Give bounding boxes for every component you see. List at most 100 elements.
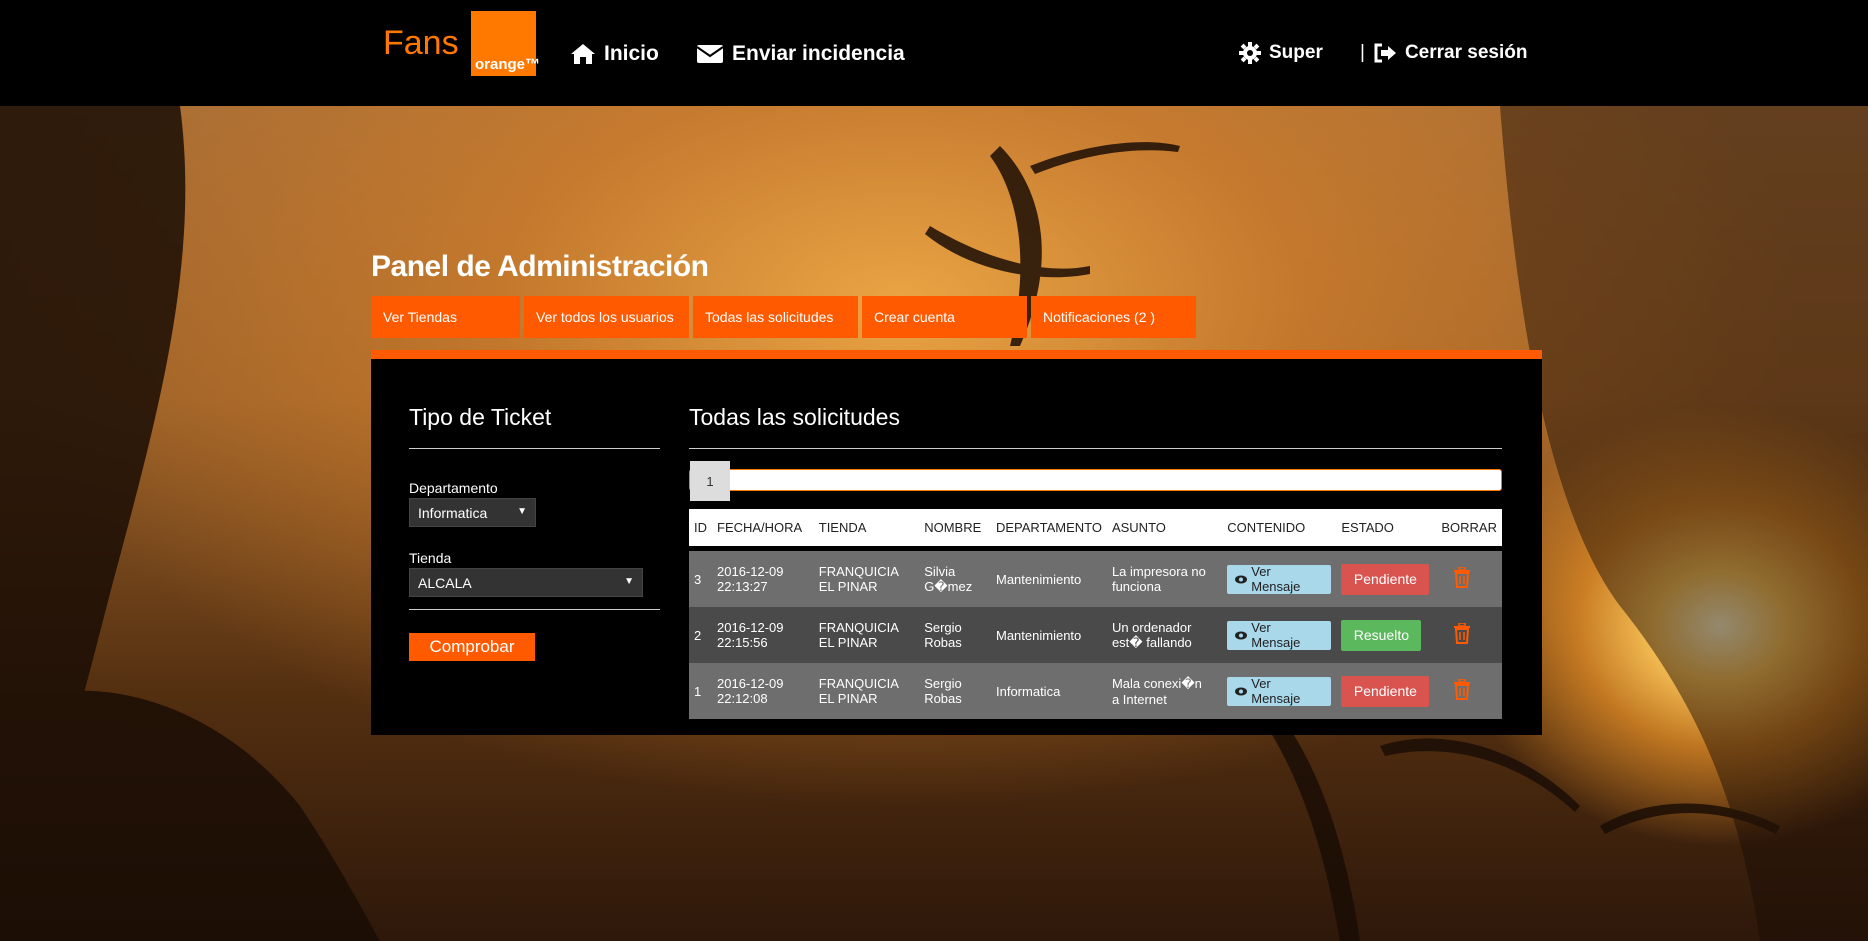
cell-store-line2: EL PINAR bbox=[818, 691, 878, 706]
cell-delete bbox=[1436, 607, 1502, 663]
nav-logout-label: Cerrar sesión bbox=[1404, 42, 1528, 63]
divider bbox=[689, 448, 1502, 449]
page-title: Panel de Administración bbox=[371, 250, 709, 283]
nav-logout[interactable]: | Cerrar sesión bbox=[1360, 42, 1527, 64]
table-row: 1 2016-12-09 22:12:08 FRANQUICIA EL PINAR … bbox=[689, 663, 1502, 719]
cell-store-line2: EL PINAR bbox=[818, 579, 878, 594]
table-row: 2 2016-12-09 22:15:56 FRANQUICIA EL PINAR … bbox=[689, 607, 1502, 663]
cell-time: 22:15:56 bbox=[717, 635, 768, 650]
sign-out-icon bbox=[1374, 43, 1396, 63]
cell-department: Mantenimiento bbox=[991, 551, 1107, 607]
cell-time: 22:12:08 bbox=[717, 691, 768, 706]
cell-name: Sergio Robas bbox=[919, 607, 991, 663]
delete-button[interactable] bbox=[1453, 678, 1471, 703]
divider bbox=[409, 609, 660, 610]
cell-name-line1: Silvia bbox=[924, 563, 956, 579]
cell-department: Informatica bbox=[991, 663, 1107, 719]
top-navbar: Fans orange™ Inicio Enviar incidencia Su… bbox=[0, 0, 1868, 106]
nav-home[interactable]: Inicio bbox=[570, 42, 659, 66]
cell-datetime: 2016-12-09 22:15:56 bbox=[712, 607, 814, 663]
store-select-value: ALCALA bbox=[418, 574, 472, 591]
cell-subject-line2: est� fallando bbox=[1111, 634, 1192, 650]
nav-user-label: Super bbox=[1269, 42, 1323, 63]
trash-icon bbox=[1454, 622, 1471, 644]
delete-button[interactable] bbox=[1453, 566, 1471, 591]
home-icon bbox=[571, 44, 595, 64]
cell-date: 2016-12-09 bbox=[717, 676, 784, 691]
trash-icon bbox=[1454, 566, 1471, 588]
nav-send-report-label: Enviar incidencia bbox=[732, 42, 905, 65]
tab-requests[interactable]: Todas las solicitudes bbox=[693, 296, 858, 338]
cell-delete bbox=[1436, 551, 1502, 607]
nav-send-report[interactable]: Enviar incidencia bbox=[696, 42, 905, 66]
store-select[interactable]: ALCALA ▼ bbox=[409, 568, 643, 597]
check-button[interactable]: Comprobar bbox=[409, 633, 535, 661]
cell-store: FRANQUICIA EL PINAR bbox=[813, 551, 920, 607]
cell-status: Pendiente bbox=[1336, 663, 1437, 719]
cell-date: 2016-12-09 bbox=[717, 620, 784, 635]
cell-name-line1: Sergio bbox=[924, 676, 962, 691]
filter-title: Tipo de Ticket bbox=[409, 404, 552, 430]
table-header-row: ID FECHA/HORA TIENDA NOMBRE DEPARTAMENTO… bbox=[689, 509, 1502, 546]
delete-button[interactable] bbox=[1453, 622, 1471, 647]
page-link-1[interactable]: 1 bbox=[690, 461, 730, 501]
cell-name-line2: G�mez bbox=[924, 578, 973, 594]
col-department: DEPARTAMENTO bbox=[991, 509, 1107, 546]
tab-stores[interactable]: Ver Tiendas bbox=[371, 296, 520, 338]
col-store: TIENDA bbox=[813, 509, 920, 546]
eye-icon bbox=[1235, 687, 1248, 695]
tab-create-account[interactable]: Crear cuenta bbox=[862, 296, 1027, 338]
pagination: 1 bbox=[689, 461, 1502, 501]
col-name: NOMBRE bbox=[919, 509, 991, 546]
eye-icon bbox=[1235, 631, 1248, 639]
brand-name[interactable]: Fans bbox=[383, 24, 459, 63]
view-message-button[interactable]: Ver Mensaje bbox=[1227, 620, 1332, 650]
cell-content: Ver Mensaje bbox=[1222, 607, 1337, 663]
cell-datetime: 2016-12-09 22:12:08 bbox=[712, 663, 814, 719]
department-select[interactable]: Informatica ▼ bbox=[409, 498, 536, 527]
view-message-label: Ver Mensaje bbox=[1251, 676, 1301, 706]
cell-subject-line1: La impresora no bbox=[1111, 564, 1206, 579]
trash-icon bbox=[1454, 678, 1471, 700]
nav-home-label: Inicio bbox=[604, 42, 659, 65]
cell-subject: La impresora no funciona bbox=[1106, 551, 1223, 607]
col-datetime: FECHA/HORA bbox=[712, 509, 814, 546]
nav-user[interactable]: Super bbox=[1239, 42, 1323, 64]
cell-store: FRANQUICIA EL PINAR bbox=[813, 607, 920, 663]
cell-delete bbox=[1436, 663, 1502, 719]
cell-status: Pendiente bbox=[1336, 551, 1437, 607]
cell-subject-line1: Un ordenador bbox=[1111, 619, 1192, 635]
admin-panel: Tipo de Ticket Departamento Informatica … bbox=[371, 350, 1542, 735]
nav-separator: | bbox=[1360, 42, 1365, 63]
caret-down-icon: ▼ bbox=[517, 506, 527, 517]
view-message-label: Ver Mensaje bbox=[1251, 564, 1301, 594]
cell-department: Mantenimiento bbox=[991, 607, 1107, 663]
view-message-button[interactable]: Ver Mensaje bbox=[1227, 676, 1332, 706]
logo-text: orange™ bbox=[475, 56, 541, 73]
cell-id: 3 bbox=[689, 551, 712, 607]
cell-store: FRANQUICIA EL PINAR bbox=[813, 663, 920, 719]
orange-logo[interactable]: orange™ bbox=[471, 11, 540, 76]
gear-icon bbox=[1239, 42, 1261, 64]
status-button[interactable]: Pendiente bbox=[1341, 563, 1430, 595]
cell-content: Ver Mensaje bbox=[1222, 551, 1337, 607]
status-button[interactable]: Resuelto bbox=[1341, 619, 1422, 651]
caret-down-icon: ▼ bbox=[624, 576, 634, 587]
cell-subject: Un ordenador est� fallando bbox=[1106, 607, 1223, 663]
store-label: Tienda bbox=[409, 550, 452, 566]
cell-id: 2 bbox=[689, 607, 712, 663]
cell-store-line2: EL PINAR bbox=[818, 635, 878, 650]
status-button[interactable]: Pendiente bbox=[1341, 675, 1430, 707]
cell-content: Ver Mensaje bbox=[1222, 663, 1337, 719]
department-select-value: Informatica bbox=[418, 504, 488, 521]
tab-notifications[interactable]: Notificaciones (2 ) bbox=[1031, 296, 1196, 338]
view-message-button[interactable]: Ver Mensaje bbox=[1227, 564, 1332, 594]
table-row: 3 2016-12-09 22:13:27 FRANQUICIA EL PINAR … bbox=[689, 551, 1502, 607]
tab-users[interactable]: Ver todos los usuarios bbox=[524, 296, 689, 338]
admin-tabs: Ver Tiendas Ver todos los usuarios Todas… bbox=[371, 296, 1196, 338]
envelope-icon bbox=[696, 45, 724, 63]
view-message-label: Ver Mensaje bbox=[1251, 620, 1301, 650]
cell-name: Silvia G�mez bbox=[919, 551, 991, 607]
cell-date: 2016-12-09 bbox=[717, 564, 784, 579]
col-content: CONTENIDO bbox=[1222, 509, 1337, 546]
